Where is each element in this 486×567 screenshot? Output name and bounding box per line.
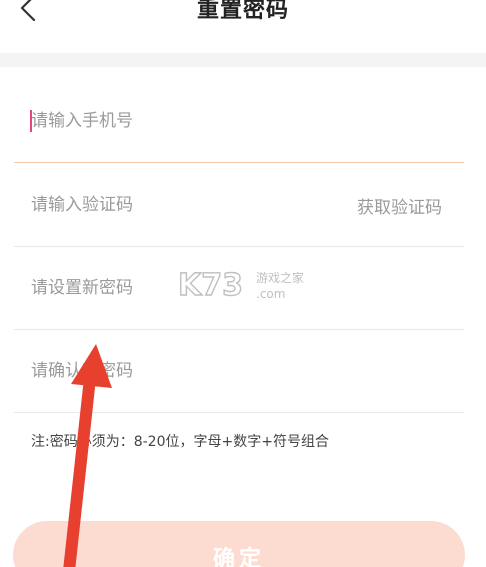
- phone-input[interactable]: [31, 80, 331, 162]
- verification-code-input[interactable]: [31, 164, 331, 246]
- site-watermark-logo: K73 游戏之家 .com: [178, 267, 304, 303]
- watermark-tagline: 游戏之家: [256, 270, 304, 285]
- confirm-button[interactable]: 确定: [13, 521, 465, 567]
- confirm-password-input[interactable]: [31, 330, 331, 412]
- watermark-domain: .com: [256, 287, 285, 301]
- reset-password-screen: 重置密码 获取验证码 注:密码必须为：8-20位，字母+数字+符号组合 确定 K…: [0, 0, 486, 567]
- password-rule-note: 注:密码必须为：8-20位，字母+数字+符号组合: [31, 434, 329, 450]
- get-code-button[interactable]: 获取验证码: [357, 164, 442, 246]
- code-row: 获取验证码: [14, 164, 464, 247]
- watermark-brand: K73: [178, 268, 243, 303]
- header: 重置密码: [0, 0, 486, 53]
- confirm-password-row: [14, 330, 464, 413]
- page-title: 重置密码: [196, 0, 289, 23]
- phone-row: [14, 80, 464, 163]
- header-divider: [0, 53, 486, 67]
